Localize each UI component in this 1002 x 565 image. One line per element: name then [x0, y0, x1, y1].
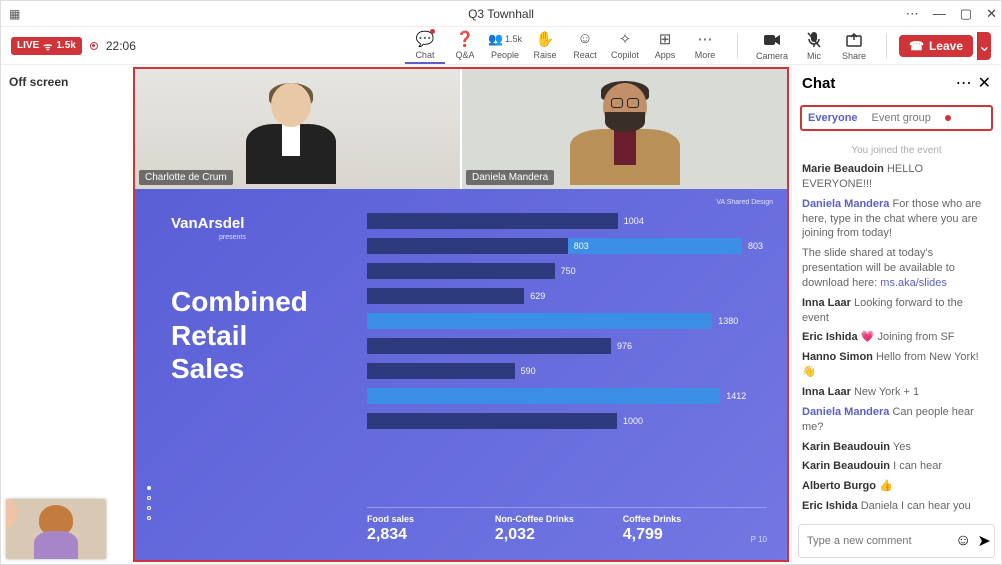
slide-page: P 10	[751, 535, 767, 544]
toolbar-more-button[interactable]: ⋯More	[685, 28, 725, 64]
chart-bar: 629	[367, 286, 767, 305]
chat-message: Hanno Simon Hello from New York! 👋	[802, 350, 991, 380]
slide-brand: VanArsdel	[171, 215, 361, 232]
teams-icon: ▦	[9, 7, 20, 21]
chat-message: Daniela Mandera Can people hear me?	[802, 405, 991, 435]
system-message: You joined the event	[802, 145, 991, 156]
window-maximize-icon[interactable]: ▢	[960, 6, 972, 22]
chart-bar: 803803	[367, 236, 767, 255]
live-badge: LIVE ᯤ 1.5k	[11, 37, 82, 55]
chat-input[interactable]	[807, 535, 949, 547]
chat-message: Alberto Burgo 👍	[802, 479, 991, 494]
self-view[interactable]	[6, 499, 106, 559]
mic-icon	[805, 31, 823, 49]
title-bar: ▦ Q3 Townhall ⋯ — ▢ ✕	[1, 1, 1001, 27]
slide-brand-sub: presents	[219, 234, 361, 241]
toolbar-chat-button[interactable]: 💬Chat	[405, 28, 445, 64]
chat-message: The slide shared at today's presentation…	[802, 246, 991, 291]
window-minimize-icon[interactable]: —	[933, 6, 946, 22]
video-tile-daniela[interactable]: Daniela Mandera	[462, 69, 787, 189]
chat-messages[interactable]: You joined the event Marie Beaudoin HELLO…	[792, 135, 1001, 518]
emoji-icon[interactable]: ☺	[955, 532, 971, 550]
chart-bar: 1004	[367, 211, 767, 230]
leave-dropdown[interactable]: ⌄	[977, 32, 991, 60]
chat-tabs: Everyone Event group	[800, 105, 993, 131]
tab-everyone[interactable]: Everyone	[808, 112, 858, 124]
offscreen-label: Off screen	[1, 65, 131, 564]
chat-message: Eric Ishida Daniela I can hear you	[802, 499, 991, 514]
chart-bar: 750	[367, 261, 767, 280]
shared-slide: VA Shared Design VanArsdel presents Comb…	[135, 189, 787, 560]
window-close-icon[interactable]: ✕	[986, 6, 997, 22]
slide-tag: VA Shared Design	[716, 199, 773, 206]
broadcast-icon: ᯤ	[43, 39, 52, 53]
more-icon: ⋯	[696, 30, 714, 48]
chat-panel: Chat ⋯ ✕ Everyone Event group You joined…	[791, 65, 1001, 564]
chat-message: Karin Beaudouin I can hear	[802, 459, 991, 474]
toolbar-qa-button[interactable]: ❓Q&A	[445, 28, 485, 64]
chart-bar: 1000	[367, 411, 767, 430]
apps-icon: ⊞	[656, 30, 674, 48]
chart-bar: 976	[367, 336, 767, 355]
raise-icon: ✋	[536, 30, 554, 48]
hangup-icon: ☎	[909, 39, 924, 53]
chart-bar: 590	[367, 361, 767, 380]
chart-bar: 1412	[367, 386, 767, 405]
chat-message: Daniela Mandera For those who are here, …	[802, 197, 991, 242]
meeting-toolbar: LIVE ᯤ 1.5k 22:06 💬Chat❓Q&A👥1.5kPeople✋R…	[1, 27, 1001, 65]
toolbar-raise-button[interactable]: ✋Raise	[525, 28, 565, 64]
notification-dot-icon	[945, 115, 951, 121]
chat-close-icon[interactable]: ✕	[978, 73, 991, 93]
recording-icon	[90, 42, 98, 50]
window-more-icon[interactable]: ⋯	[906, 6, 919, 22]
chat-message: Marie Beaudoin HELLO EVERYONE!!!	[802, 162, 991, 192]
tab-event-group[interactable]: Event group	[872, 112, 931, 124]
mic-button[interactable]: Mic	[794, 29, 834, 63]
chat-title: Chat	[802, 75, 950, 92]
share-icon	[845, 31, 863, 49]
qa-icon: ❓	[456, 30, 474, 48]
speaker-name: Charlotte de Crum	[139, 170, 233, 185]
camera-button[interactable]: Camera	[750, 29, 794, 63]
share-button[interactable]: Share	[834, 29, 874, 63]
send-icon[interactable]: ➤	[977, 531, 990, 551]
toolbar-people-button[interactable]: 👥1.5kPeople	[485, 28, 525, 64]
copilot-icon: ✧	[616, 30, 634, 48]
chat-message: Karin Beaudouin Yes	[802, 440, 991, 455]
chat-more-icon[interactable]: ⋯	[956, 73, 972, 93]
toolbar-react-button[interactable]: ☺React	[565, 28, 605, 64]
chat-input-box[interactable]: ☺ ➤	[798, 524, 995, 558]
chat-message: Inna Laar New York + 1	[802, 385, 991, 400]
toolbar-apps-button[interactable]: ⊞Apps	[645, 28, 685, 64]
chart-bar: 1380	[367, 311, 767, 330]
video-tile-charlotte[interactable]: Charlotte de Crum	[135, 69, 460, 189]
camera-icon	[763, 31, 781, 49]
chat-message: Inna Laar Looking forward to the event	[802, 296, 991, 326]
chat-message: Eric Ishida 💗 Joining from SF	[802, 330, 991, 345]
speaker-name: Daniela Mandera	[466, 170, 554, 185]
leave-button[interactable]: ☎ Leave	[899, 35, 973, 57]
slide-nav-dots	[147, 486, 151, 520]
stage: Charlotte de Crum Daniela Mandera VA Sha…	[133, 67, 789, 562]
meeting-title: Q3 Townhall	[468, 7, 534, 21]
elapsed-time: 22:06	[106, 39, 136, 53]
people-icon: 👥1.5k	[496, 30, 514, 48]
react-icon: ☺	[576, 30, 594, 48]
slide-title: Combined Retail Sales	[171, 285, 361, 386]
toolbar-copilot-button[interactable]: ✧Copilot	[605, 28, 645, 64]
bar-chart: 1004803803750629138097659014121000 Food …	[361, 209, 767, 544]
